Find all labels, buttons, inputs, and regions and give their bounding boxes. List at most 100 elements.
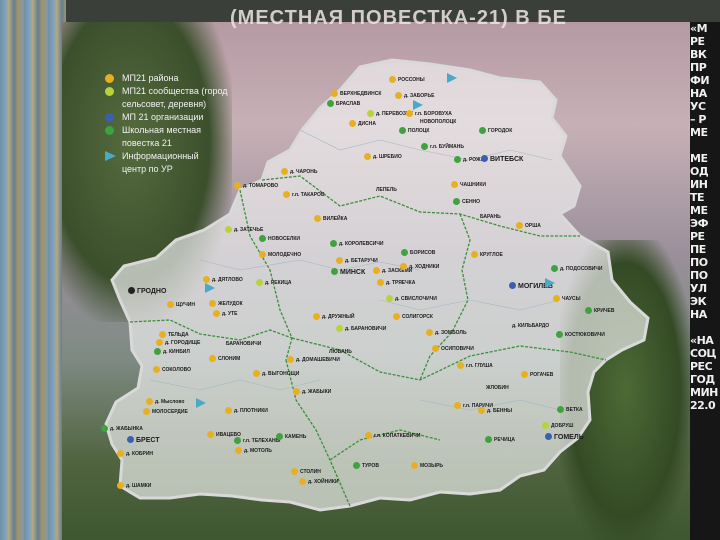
- place-marker-icon: [542, 422, 549, 429]
- place-marker-icon: [253, 370, 260, 377]
- place-marker-icon: [128, 287, 135, 294]
- place-label: д. ДЯТЛОВО: [212, 277, 243, 283]
- community-dot-icon: [105, 87, 114, 96]
- place-label: НОВОПОЛОЦК: [420, 119, 457, 125]
- place-label: ВЕТКА: [566, 407, 583, 413]
- legend-row-info-center: Информационный: [105, 150, 240, 163]
- place-label: ЖЛОБИН: [486, 385, 509, 391]
- place-marker-icon: [256, 279, 263, 286]
- legend-row-district: МП21 района: [105, 72, 240, 85]
- place-label: д. ХОЙНИКИ: [308, 479, 339, 485]
- right-text-line: МЕ: [690, 126, 708, 139]
- right-text-line: МИН: [690, 386, 718, 399]
- place-marker-icon: [281, 168, 288, 175]
- place-label: д. УТЕ: [222, 311, 238, 317]
- right-text-line: ВК: [690, 48, 707, 61]
- place-marker-icon: [259, 235, 266, 242]
- place-marker-icon: [313, 313, 320, 320]
- place-marker-icon: [207, 431, 214, 438]
- place-label: д. СВИСЛОЧИЧИ: [395, 296, 437, 302]
- place-marker-icon: [327, 100, 334, 107]
- place-label: д. КИНБИЛ: [163, 349, 190, 355]
- place-marker-icon: [389, 76, 396, 83]
- place-marker-icon: [516, 222, 523, 229]
- right-text-line: ПЕ: [690, 243, 706, 256]
- right-text-line: РЕ: [690, 35, 705, 48]
- place-label: МОЗЫРЬ: [420, 463, 444, 469]
- place-marker-icon: [367, 110, 374, 117]
- place-label: д. КОРОЛЕВСИЧИ: [339, 241, 384, 247]
- place-marker-icon: [117, 482, 124, 489]
- place-marker-icon: [451, 181, 458, 188]
- photo-frame: (МЕСТНАЯ ПОВЕСТКА-21) В БЕ РОССОНЫ ВЕРХНЕ…: [0, 0, 720, 540]
- place-marker-icon: [364, 153, 371, 160]
- place-marker-icon: [330, 240, 337, 247]
- place-label: д. ВЫГОНОЩИ: [262, 371, 300, 377]
- place-label: ЧАШНИКИ: [460, 182, 486, 188]
- place-label: д. БАРАНОВИЧИ: [345, 326, 387, 332]
- place-label: СТОЛИН: [300, 469, 321, 475]
- place-label: ЛЕПЕЛЬ: [376, 187, 397, 193]
- legend-row-organization: МП 21 организации: [105, 111, 240, 124]
- place-label: СЛОНИМ: [218, 356, 241, 362]
- place-marker-icon: [400, 263, 407, 270]
- place-label: ВИЛЕЙКА: [323, 216, 348, 222]
- right-text-line: «НА: [690, 334, 714, 347]
- place-marker-icon: [167, 301, 174, 308]
- right-text-line: РЕС: [690, 360, 713, 373]
- legend-text: МП21 района: [122, 73, 179, 83]
- place-marker-icon: [225, 407, 232, 414]
- legend-text: центр по УР: [122, 164, 173, 174]
- right-text-line: «М: [690, 22, 708, 35]
- place-label: ЛЮБАНЬ: [329, 349, 352, 355]
- place-marker-icon: [203, 276, 210, 283]
- place-marker-icon: [551, 265, 558, 272]
- flag-icon: [105, 151, 116, 161]
- place-marker-icon: [101, 425, 108, 432]
- place-label: КРИЧЕВ: [594, 308, 615, 314]
- place-marker-icon: [365, 432, 372, 439]
- place-marker-icon: [117, 450, 124, 457]
- info-center-flag-icon: [205, 283, 215, 293]
- place-marker-icon: [479, 127, 486, 134]
- place-label: д. ТОМАРОВО: [243, 183, 279, 189]
- place-label: г.п. БУЙМАНЬ: [430, 144, 464, 150]
- legend-row-school: Школьная местная: [105, 124, 240, 137]
- place-marker-icon: [556, 331, 563, 338]
- legend-row-community-cont: сельсовет, деревня): [105, 98, 240, 111]
- place-label: ПОЛОЦК: [408, 128, 430, 134]
- info-center-flag-icon: [413, 100, 423, 110]
- place-label: д. БЕННЫ: [487, 408, 512, 414]
- place-marker-icon: [336, 325, 343, 332]
- place-marker-icon: [234, 182, 241, 189]
- place-label: ГОМЕЛЬ: [554, 434, 584, 441]
- place-label: д. ГОРОДИЩЕ: [165, 340, 201, 346]
- place-marker-icon: [213, 310, 220, 317]
- place-label: д. ДРУЖНЫЙ: [322, 314, 355, 320]
- place-label: ВЕРХНЕДВИНСК: [340, 91, 382, 97]
- place-label: КОСТЮКОВИЧИ: [565, 332, 605, 338]
- place-marker-icon: [509, 282, 516, 289]
- info-center-flag-icon: [447, 73, 457, 83]
- legend-row-school-cont: повестка 21: [105, 137, 240, 150]
- legend-text: Школьная местная: [122, 125, 202, 135]
- right-text-line: ПР: [690, 61, 707, 74]
- place-marker-icon: [553, 295, 560, 302]
- place-label: ВИТЕБСК: [490, 156, 524, 163]
- place-label: РЕЧИЦА: [494, 437, 516, 443]
- legend-text: МП 21 организации: [122, 112, 204, 122]
- place-marker-icon: [426, 329, 433, 336]
- legend-row-info-center-cont: центр по УР: [105, 163, 240, 176]
- place-marker-icon: [314, 215, 321, 222]
- right-text-line: ЭФ: [690, 217, 708, 230]
- place-marker-icon: [127, 436, 134, 443]
- place-marker-icon: [153, 366, 160, 373]
- place-marker-icon: [234, 437, 241, 444]
- place-label: д. ДОМАШЕВИЧИ: [296, 357, 340, 363]
- place-label: д. ПОДОСОВИЧИ: [560, 266, 603, 272]
- place-marker-icon: [259, 251, 266, 258]
- place-marker-icon: [331, 90, 338, 97]
- place-marker-icon: [453, 198, 460, 205]
- place-marker-icon: [399, 127, 406, 134]
- place-label: д. БЕТАРУЧИ: [345, 258, 378, 264]
